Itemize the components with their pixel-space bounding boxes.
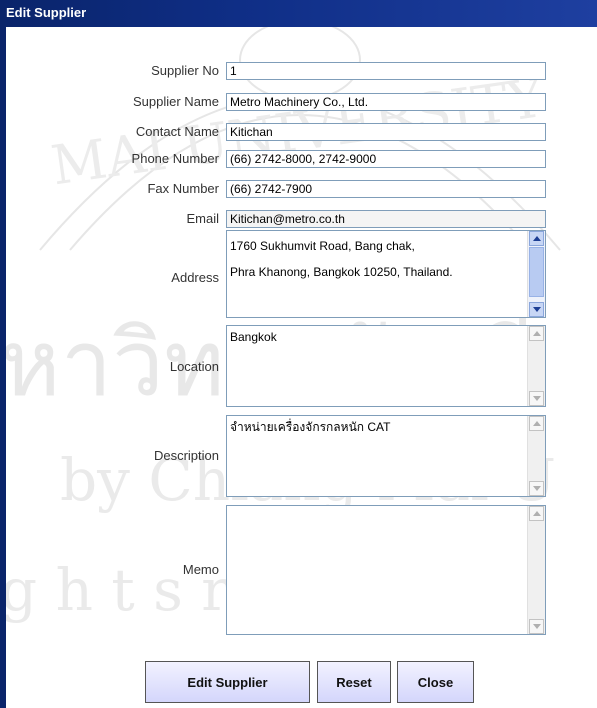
reset-button[interactable]: Reset <box>317 661 391 703</box>
address-text: 1760 Sukhumvit Road, Bang chak, Phra Kha… <box>230 233 525 285</box>
address-label: Address <box>171 270 219 285</box>
memo-label: Memo <box>182 562 219 577</box>
supplier-no-label: Supplier No <box>151 63 219 78</box>
scroll-up-icon[interactable] <box>529 326 544 341</box>
phone-number-label: Phone Number <box>131 151 219 166</box>
window-titlebar: Edit Supplier <box>0 0 597 27</box>
address-line2: Phra Khanong, Bangkok 10250, Thailand. <box>230 265 453 279</box>
scroll-thumb[interactable] <box>529 247 544 297</box>
description-textarea[interactable]: จำหน่ายเครื่องจักรกลหนัก CAT <box>226 415 546 497</box>
email-field[interactable]: Kitichan@metro.co.th <box>226 210 546 228</box>
description-scrollbar[interactable] <box>527 416 545 496</box>
scroll-up-icon[interactable] <box>529 506 544 521</box>
location-scrollbar[interactable] <box>527 326 545 406</box>
contact-name-field[interactable]: Kitichan <box>226 123 546 141</box>
memo-textarea[interactable] <box>226 505 546 635</box>
location-text: Bangkok <box>230 330 277 344</box>
scroll-up-icon[interactable] <box>529 416 544 431</box>
location-label: Location <box>169 359 219 374</box>
edit-supplier-button[interactable]: Edit Supplier <box>145 661 310 703</box>
description-text: จำหน่ายเครื่องจักรกลหนัก CAT <box>230 420 391 434</box>
supplier-name-label: Supplier Name <box>133 94 219 109</box>
window-title: Edit Supplier <box>6 5 87 20</box>
supplier-no-field[interactable]: 1 <box>226 62 546 80</box>
address-line1: 1760 Sukhumvit Road, Bang chak, <box>230 239 415 253</box>
scroll-down-icon[interactable] <box>529 481 544 496</box>
contact-name-label: Contact Name <box>135 124 219 139</box>
memo-scrollbar[interactable] <box>527 506 545 634</box>
scroll-down-icon[interactable] <box>529 619 544 634</box>
close-button[interactable]: Close <box>397 661 474 703</box>
description-label: Description <box>153 448 219 463</box>
fax-number-label: Fax Number <box>147 181 219 196</box>
edit-supplier-window: Edit Supplier Supplier No 1 Supplier Nam… <box>0 0 597 708</box>
email-label: Email <box>186 211 219 226</box>
fax-number-field[interactable]: (66) 2742-7900 <box>226 180 546 198</box>
address-scrollbar[interactable] <box>527 231 545 317</box>
supplier-name-field[interactable]: Metro Machinery Co., Ltd. <box>226 93 546 111</box>
location-textarea[interactable]: Bangkok <box>226 325 546 407</box>
phone-number-field[interactable]: (66) 2742-8000, 2742-9000 <box>226 150 546 168</box>
scroll-up-icon[interactable] <box>529 231 544 246</box>
scroll-down-icon[interactable] <box>529 391 544 406</box>
window-left-border <box>0 27 6 708</box>
scroll-down-icon[interactable] <box>529 302 544 317</box>
address-textarea[interactable]: 1760 Sukhumvit Road, Bang chak, Phra Kha… <box>226 230 546 318</box>
